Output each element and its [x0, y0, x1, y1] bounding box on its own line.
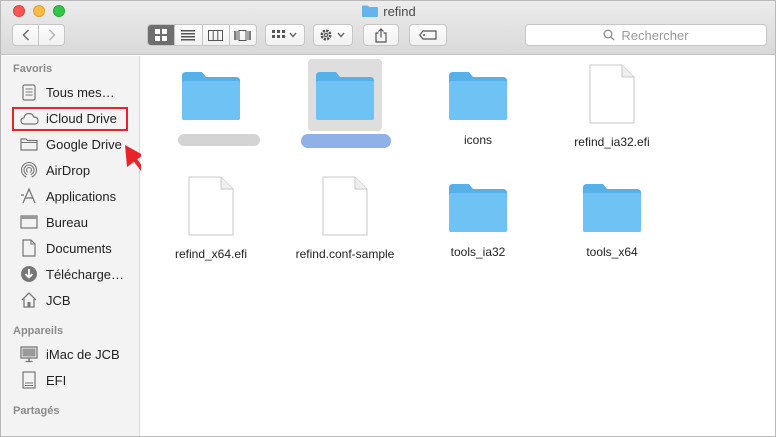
document-icon — [322, 176, 368, 236]
sidebar-item-downloads[interactable]: Télécharge… — [19, 264, 124, 284]
imac-icon — [19, 345, 39, 363]
sidebar-item-label: iMac de JCB — [46, 346, 120, 362]
sidebar-item-imac[interactable]: iMac de JCB — [19, 344, 120, 364]
cover-flow-view-button[interactable] — [228, 25, 256, 45]
download-icon — [19, 265, 39, 283]
file-item-folder-blurred-1[interactable] — [151, 70, 271, 146]
sidebar-item-label: iCloud Drive — [46, 110, 117, 126]
share-icon — [375, 27, 387, 43]
file-item-refind-ia32-efi[interactable]: refind_ia32.efi — [552, 64, 672, 149]
cloud-icon — [19, 109, 39, 127]
applications-icon — [19, 187, 39, 205]
sidebar-item-efi[interactable]: EFI — [19, 370, 66, 390]
search-icon — [603, 29, 615, 41]
action-button[interactable] — [313, 24, 353, 46]
forward-button[interactable] — [38, 25, 64, 45]
drive-icon — [19, 371, 39, 389]
sidebar-item-label: Tous mes… — [46, 84, 115, 100]
search-field[interactable]: Rechercher — [525, 24, 767, 46]
file-name: tools_ia32 — [450, 245, 506, 259]
all-files-icon — [19, 83, 39, 101]
file-item-refind-x64-efi[interactable]: refind_x64.efi — [151, 176, 271, 261]
file-name: tools_x64 — [586, 245, 638, 259]
arrange-button[interactable] — [265, 24, 305, 46]
devices-header: Appareils — [13, 325, 64, 337]
folder-icon — [449, 184, 507, 232]
navigation-buttons — [12, 24, 65, 46]
blurred-filename — [301, 134, 391, 148]
view-mode-selector — [147, 24, 257, 46]
sidebar-item-label: Documents — [46, 240, 112, 256]
cover-flow-icon — [234, 29, 252, 41]
chevron-left-icon — [22, 29, 29, 41]
icon-grid-icon — [155, 29, 168, 41]
shared-header: Partagés — [13, 405, 60, 417]
file-item-tools-x64[interactable]: tools_x64 — [552, 182, 672, 259]
sidebar-item-icloud-drive[interactable]: iCloud Drive — [19, 108, 117, 128]
file-item-refind-conf-sample[interactable]: refind.conf-sample — [285, 176, 405, 261]
documents-icon — [19, 239, 39, 257]
folder-icon — [449, 72, 507, 120]
file-item-folder-blurred-2[interactable] — [285, 70, 405, 148]
folder-icon — [583, 184, 641, 232]
document-icon — [589, 64, 635, 124]
icon-view-button[interactable] — [148, 25, 175, 45]
file-name: refind_ia32.efi — [574, 135, 650, 149]
share-button[interactable] — [363, 24, 399, 46]
sidebar-item-label: AirDrop — [46, 162, 91, 178]
finder-window: refind Rechercher Favoris Tous mes… iClo… — [0, 0, 776, 437]
file-name: refind.conf-sample — [295, 247, 395, 261]
back-button[interactable] — [13, 25, 38, 45]
sidebar-item-label: Applications — [46, 188, 117, 204]
chevron-right-icon — [48, 29, 56, 41]
sidebar-item-google-drive[interactable]: Google Drive — [19, 134, 122, 154]
file-browser-area: icons refind_ia32.efi refind_x64.efi ref… — [141, 56, 775, 436]
sidebar: Favoris Tous mes… iCloud Drive Google Dr… — [1, 56, 140, 436]
list-view-button[interactable] — [174, 25, 201, 45]
tag-button[interactable] — [409, 24, 447, 46]
arrange-icon — [272, 30, 297, 38]
sidebar-item-label: Bureau — [46, 214, 88, 230]
sidebar-item-documents[interactable]: Documents — [19, 238, 112, 258]
window-title: refind — [1, 4, 775, 19]
folder-icon — [19, 135, 39, 153]
sidebar-item-label: Google Drive — [46, 136, 122, 152]
file-item-tools-ia32[interactable]: tools_ia32 — [418, 182, 538, 259]
columns-icon — [208, 29, 224, 41]
sidebar-item-airdrop[interactable]: AirDrop — [19, 160, 90, 180]
document-icon — [188, 176, 234, 236]
gear-icon — [320, 29, 345, 41]
sidebar-item-label: JCB — [46, 292, 71, 308]
airdrop-icon — [19, 161, 39, 179]
favorites-header: Favoris — [13, 63, 53, 75]
sidebar-item-label: EFI — [46, 372, 67, 388]
sidebar-item-home[interactable]: JCB — [19, 290, 71, 310]
sidebar-item-label: Télécharge… — [46, 266, 125, 282]
blurred-filename — [178, 134, 260, 146]
search-placeholder: Rechercher — [621, 27, 689, 43]
sidebar-item-all-my-files[interactable]: Tous mes… — [19, 82, 115, 102]
home-icon — [19, 291, 39, 309]
toolbar: refind Rechercher — [1, 1, 775, 55]
file-name: refind_x64.efi — [174, 247, 248, 261]
folder-icon — [316, 72, 374, 120]
window-title-text: refind — [383, 4, 416, 19]
sidebar-item-applications[interactable]: Applications — [19, 186, 116, 206]
file-name: icons — [463, 133, 492, 147]
folder-icon — [182, 72, 240, 120]
folder-icon — [362, 5, 379, 17]
tag-icon — [419, 30, 437, 40]
sidebar-item-bureau[interactable]: Bureau — [19, 212, 88, 232]
list-icon — [181, 29, 196, 40]
file-item-icons[interactable]: icons — [418, 70, 538, 147]
desktop-icon — [19, 213, 39, 231]
column-view-button[interactable] — [201, 25, 229, 45]
